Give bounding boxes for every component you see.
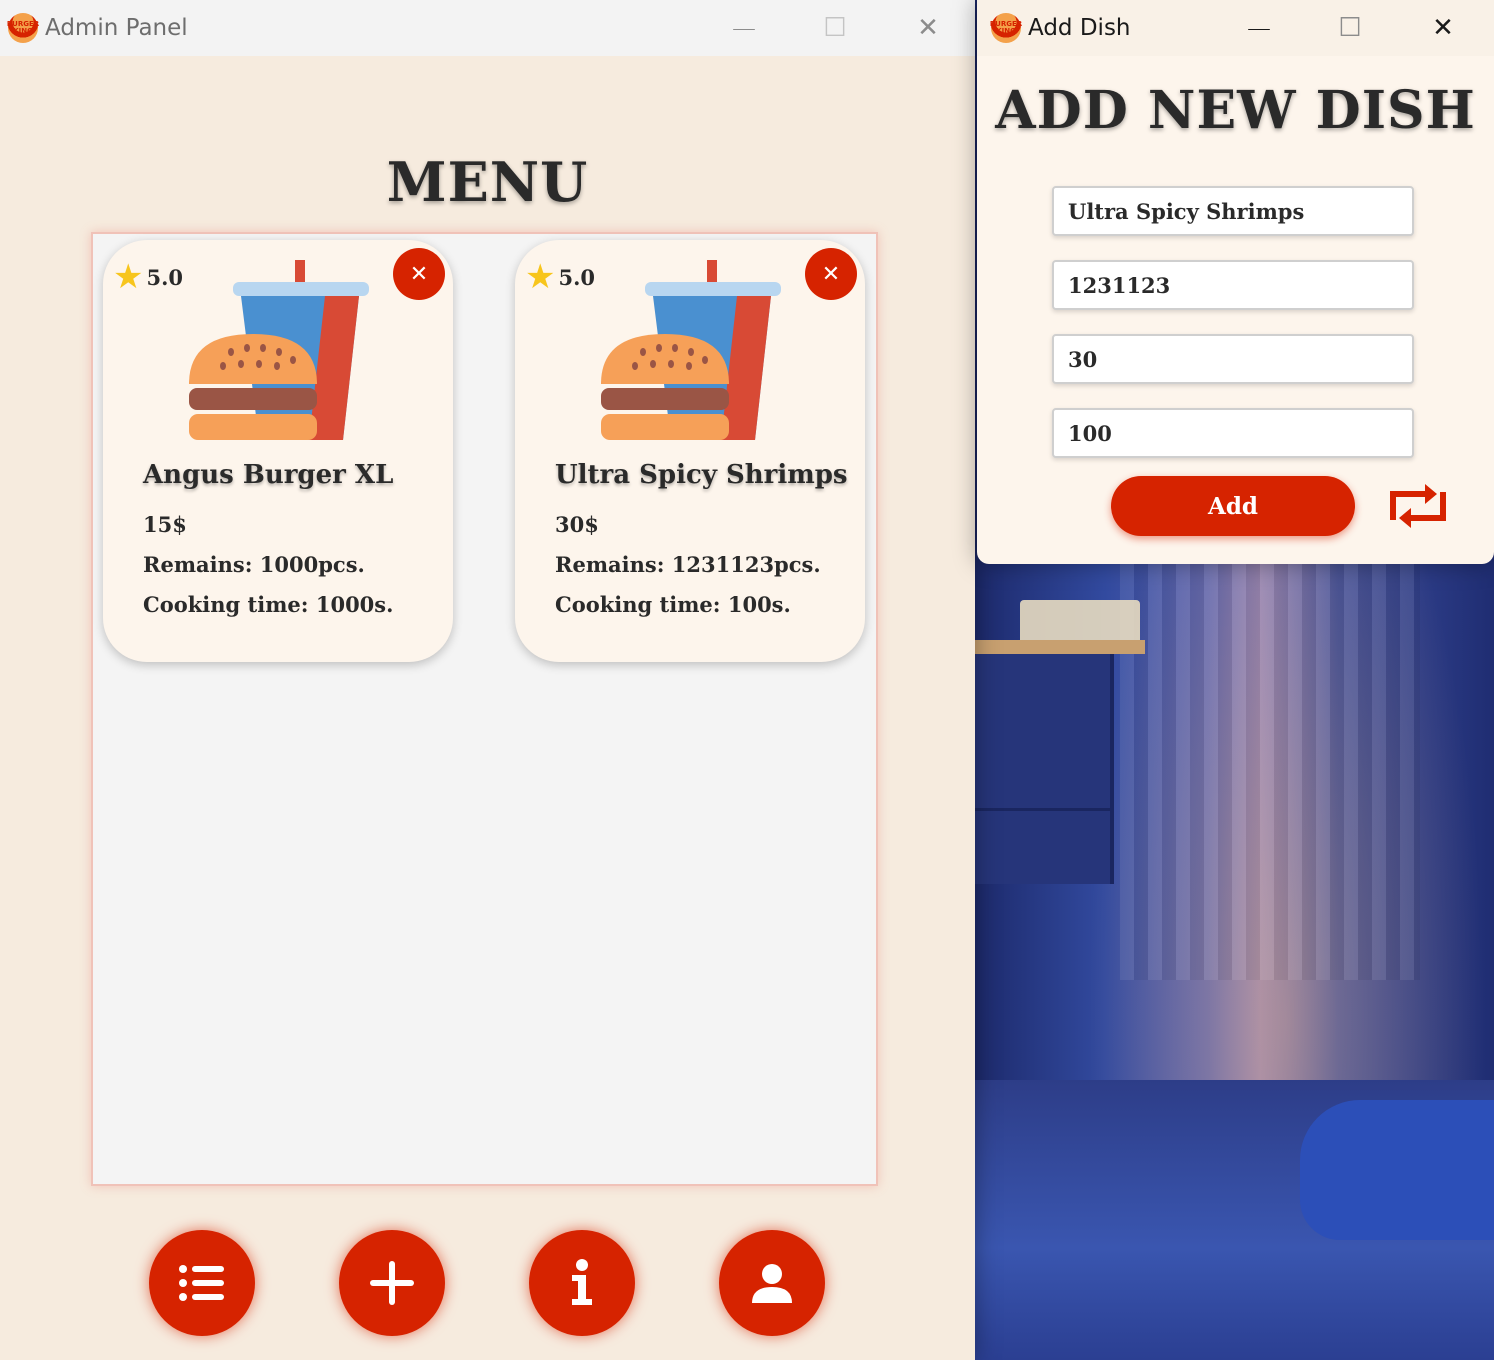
add-dish-window: BURGERKING Add Dish — ☐ ✕ ADD NEW DISH A… — [977, 0, 1494, 564]
add-dish-heading: ADD NEW DISH — [995, 80, 1476, 141]
dish-name: Ultra Spicy Shrimps — [555, 460, 848, 490]
admin-titlebar[interactable]: BURGER KING Admin Panel — ☐ ✕ — [0, 0, 975, 56]
wallpaper-drawers — [975, 654, 1114, 884]
page-title: MENU — [386, 150, 589, 214]
add-button[interactable]: Add — [1111, 476, 1355, 536]
window-title: Admin Panel — [45, 15, 188, 41]
close-button[interactable]: ✕ — [908, 8, 948, 48]
close-icon: ✕ — [409, 261, 429, 287]
dish-price: 30$ — [555, 512, 599, 537]
add-dish-titlebar[interactable]: BURGER KING Add Dish — ☐ ✕ — [977, 0, 1494, 56]
rating: ★ 5.0 — [525, 260, 595, 294]
maximize-button[interactable]: ☐ — [1330, 8, 1370, 48]
close-button[interactable]: ✕ — [1423, 8, 1463, 48]
delete-dish-button[interactable]: ✕ — [805, 248, 857, 300]
wallpaper-drawer-line — [975, 808, 1110, 811]
dish-card[interactable]: ★ 5.0 ✕ Ultra Spicy Shrimps 30$ Remains:… — [515, 240, 865, 662]
price-field[interactable] — [1052, 334, 1414, 384]
profile-button[interactable] — [719, 1230, 825, 1336]
list-icon — [179, 1265, 224, 1301]
burger-drink-icon — [189, 260, 369, 440]
wallpaper-cloth — [1300, 1100, 1494, 1240]
info-button[interactable] — [529, 1230, 635, 1336]
rating: ★ 5.0 — [113, 260, 183, 294]
wallpaper-curtain — [1120, 560, 1420, 980]
dish-remains: Remains: 1231123pcs. — [555, 552, 821, 577]
refresh-icon[interactable] — [1387, 480, 1449, 532]
plus-icon — [370, 1261, 414, 1305]
add-dish-button[interactable] — [339, 1230, 445, 1336]
dish-remains: Remains: 1000pcs. — [143, 552, 365, 577]
cooking-time-field[interactable] — [1052, 408, 1414, 458]
close-icon: ✕ — [821, 261, 841, 287]
star-icon: ★ — [113, 257, 144, 297]
dish-name: Angus Burger XL — [143, 460, 394, 490]
remains-field[interactable] — [1052, 260, 1414, 310]
window-title: Add Dish — [1028, 15, 1131, 41]
burger-king-logo-icon: BURGER KING — [7, 13, 39, 43]
rating-value: 5.0 — [558, 264, 596, 290]
rating-value: 5.0 — [146, 264, 184, 290]
minimize-button[interactable]: — — [1239, 8, 1279, 48]
user-icon — [752, 1264, 792, 1303]
dish-name-field[interactable] — [1052, 186, 1414, 236]
dish-cooking-time: Cooking time: 100s. — [555, 592, 791, 617]
wallpaper-desk — [975, 640, 1145, 654]
menu-list-button[interactable] — [149, 1230, 255, 1336]
burger-drink-icon — [601, 260, 781, 440]
dish-cooking-time: Cooking time: 1000s. — [143, 592, 394, 617]
dish-card[interactable]: ★ 5.0 ✕ Angus Burger XL 15$ Remains: 100… — [103, 240, 453, 662]
burger-king-logo-icon: BURGER KING — [990, 13, 1022, 43]
delete-dish-button[interactable]: ✕ — [393, 248, 445, 300]
info-icon — [572, 1259, 592, 1305]
dish-price: 15$ — [143, 512, 187, 537]
minimize-button[interactable]: — — [724, 8, 764, 48]
menu-list[interactable]: ★ 5.0 ✕ Angus Burger XL 15$ Remains: 100… — [91, 232, 878, 1186]
wallpaper-lamp — [1020, 600, 1140, 640]
maximize-button[interactable]: ☐ — [815, 8, 855, 48]
star-icon: ★ — [525, 257, 556, 297]
admin-panel-window: BURGER KING Admin Panel — ☐ ✕ MENU ★ 5.0 … — [0, 0, 975, 1360]
